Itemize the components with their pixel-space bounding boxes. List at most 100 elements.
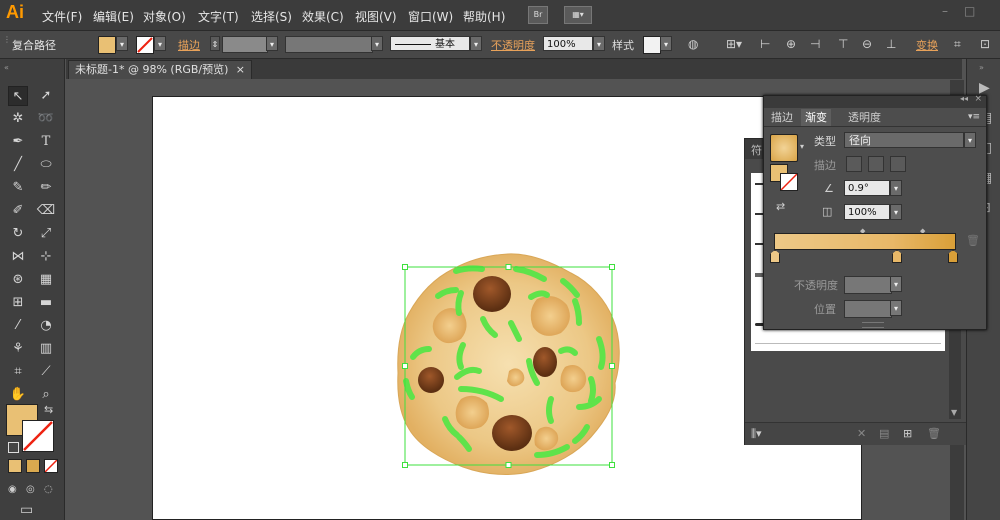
stroke-label[interactable]: 描边 [178,37,200,53]
opacity-label[interactable]: 不透明度 [491,37,535,53]
angle-input[interactable]: 0.9° [844,180,890,196]
aspect-ratio-dropdown[interactable]: ▾ [890,204,902,220]
pencil-tool-icon[interactable]: ✏ [36,178,56,198]
stroke-weight-dropdown[interactable]: ▾ [266,36,278,51]
align-right-icon[interactable]: ⊣ [810,37,820,51]
color-mode-icon[interactable] [8,459,22,473]
color-stop[interactable] [892,250,902,263]
transform-link[interactable]: 变换 [916,37,938,53]
collapse-tools-icon[interactable]: « [4,61,9,75]
default-colors-icon[interactable] [8,442,19,453]
color-stop[interactable] [948,250,958,263]
close-tab-icon[interactable]: × [236,61,245,79]
play-action-icon[interactable]: ▶ [979,81,990,95]
draw-behind-icon[interactable]: ◎ [26,483,35,497]
menu-select[interactable]: 选择(S) [251,8,292,25]
stop-opacity-dropdown[interactable]: ▾ [890,276,902,292]
bridge-button[interactable]: Br [528,6,548,24]
scroll-down-icon[interactable]: ▼ [951,408,957,417]
align-middle-icon[interactable]: ⊖ [862,37,872,51]
menu-object[interactable]: 对象(O) [143,8,186,25]
line-tool-icon[interactable]: ╱ [8,155,28,175]
tab-gradient[interactable]: 渐变 [801,109,831,126]
stroke-swatch[interactable] [136,36,154,54]
maximize-icon[interactable]: □ [964,4,975,18]
color-stop[interactable] [770,250,780,263]
align-to-icon[interactable]: ⊞▾ [726,37,742,51]
style-dropdown[interactable]: ▾ [660,36,672,51]
rotate-tool-icon[interactable]: ↻ [8,224,28,244]
angle-dropdown[interactable]: ▾ [890,180,902,196]
panel-options-icon[interactable]: ▾≡ [968,110,980,124]
selection-tool-icon[interactable]: ↖ [8,86,28,106]
align-left-icon[interactable]: ⊢ [760,37,770,51]
shape-builder-tool-icon[interactable]: ⊛ [8,270,28,290]
stroke-color-box[interactable] [22,420,54,452]
mesh-tool-icon[interactable]: ⊞ [8,293,28,313]
menu-edit[interactable]: 编辑(E) [93,8,134,25]
opacity-dropdown[interactable]: ▾ [593,36,605,51]
remove-stroke-icon[interactable]: ✕ [857,427,866,441]
perspective-grid-tool-icon[interactable]: ▦ [36,270,56,290]
minimize-icon[interactable]: – [942,4,948,18]
draw-normal-icon[interactable]: ◉ [8,483,17,497]
gradient-slider-bar[interactable] [774,233,956,250]
scale-tool-icon[interactable]: ⤢ [36,224,56,244]
variable-width-profile[interactable] [285,36,373,53]
gradient-mode-icon[interactable] [26,459,40,473]
gradient-type-select[interactable]: 径向 [844,132,964,148]
blend-tool-icon[interactable]: ◔ [36,316,56,336]
stroke-weight-input[interactable] [222,36,268,53]
gradient-panel-titlebar[interactable]: ◂◂ × [764,94,986,108]
paintbrush-tool-icon[interactable]: ✎ [8,178,28,198]
document-tab[interactable]: 未标题-1* @ 98% (RGB/预览) × [68,60,252,79]
symbol-sprayer-tool-icon[interactable]: ⚘ [8,339,28,359]
direct-selection-tool-icon[interactable]: ➚ [36,86,56,106]
opacity-input[interactable]: 100% [543,36,593,51]
brush-libraries-icon[interactable]: ⫼▾ [751,427,762,441]
menu-type[interactable]: 文字(T) [198,8,239,25]
arrange-documents-button[interactable]: ▦▾ [564,6,592,24]
stop-location-input[interactable] [844,300,892,318]
stroke-box-small[interactable] [780,173,798,191]
gradient-presets-dropdown-icon[interactable]: ▾ [800,140,804,154]
fill-swatch[interactable] [98,36,116,54]
gradient-type-dropdown[interactable]: ▾ [964,132,976,148]
brush-dropdown[interactable]: ▾ [470,36,482,51]
gradient-tool-icon[interactable]: ▬ [36,293,56,313]
collapse-panel-icon[interactable]: ◂◂ [960,94,968,103]
free-transform-tool-icon[interactable]: ⊹ [36,247,56,267]
width-tool-icon[interactable]: ⋈ [8,247,28,267]
panel-menu-icon[interactable]: ⊡ [980,37,990,51]
options-icon[interactable]: ▤ [879,427,889,441]
tab-stroke[interactable]: 描边 [767,109,797,126]
menu-file[interactable]: 文件(F) [42,8,82,25]
recolor-artwork-icon[interactable]: ◍ [688,37,698,51]
eraser-tool-icon[interactable]: ⌫ [36,201,56,221]
stroke-gradient-across-icon[interactable] [890,156,906,172]
column-graph-tool-icon[interactable]: ▥ [36,339,56,359]
stroke-weight-stepper[interactable]: ⇕ [210,36,220,51]
lasso-tool-icon[interactable]: ➿ [36,109,56,129]
reverse-gradient-icon[interactable]: ⇄ [776,200,785,214]
stop-opacity-input[interactable] [844,276,892,294]
blob-brush-tool-icon[interactable]: ✐ [8,201,28,221]
isolate-icon[interactable]: ⌗ [954,37,961,51]
expand-dock-icon[interactable]: » [979,61,984,75]
delete-brush-icon[interactable]: 🗑 [927,427,941,441]
aspect-ratio-input[interactable]: 100% [844,204,890,220]
ellipse-tool-icon[interactable]: ⬭ [36,155,56,175]
swap-colors-icon[interactable]: ⇆ [44,403,53,417]
align-center-icon[interactable]: ⊕ [786,37,796,51]
delete-stop-icon[interactable]: 🗑 [966,234,980,248]
brush-definition[interactable]: 基本 [390,36,470,51]
align-top-icon[interactable]: ⊤ [838,37,848,51]
none-mode-icon[interactable] [44,459,58,473]
type-tool-icon[interactable]: T [36,132,56,152]
stop-location-dropdown[interactable]: ▾ [890,300,902,316]
eyedropper-tool-icon[interactable]: ⁄ [8,316,28,336]
stroke-gradient-along-icon[interactable] [868,156,884,172]
resize-grip[interactable] [862,322,884,328]
menu-help[interactable]: 帮助(H) [463,8,505,25]
align-bottom-icon[interactable]: ⊥ [886,37,896,51]
